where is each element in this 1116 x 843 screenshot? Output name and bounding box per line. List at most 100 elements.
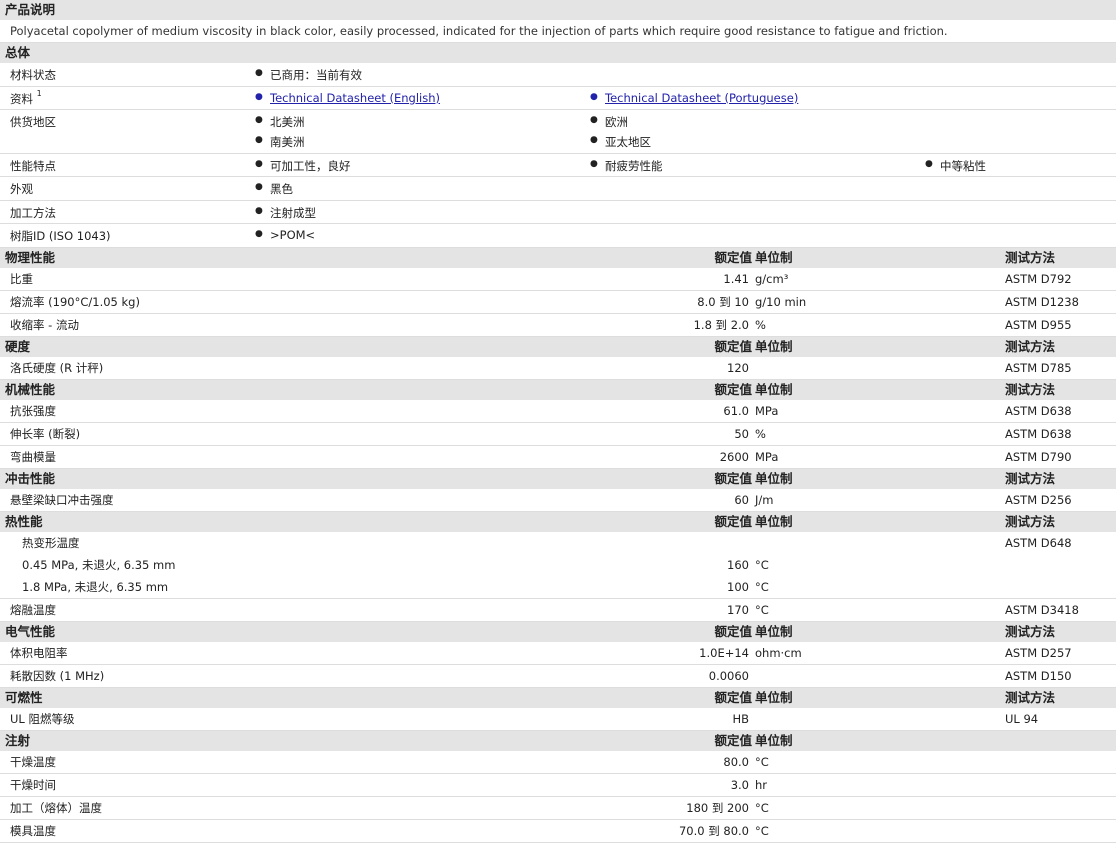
property-unit: ohm·cm: [755, 646, 802, 660]
property-label: UL 阻燃等级: [10, 712, 75, 726]
property-row: 比重 1.41 g/cm³ ASTM D792: [0, 268, 1116, 291]
property-label: 悬壁梁缺口冲击强度: [10, 493, 114, 507]
test-method: ASTM D1238: [1005, 295, 1079, 309]
general-row-status: 材料状态 已商用：当前有效: [0, 63, 1116, 87]
property-unit: MPa: [755, 450, 779, 464]
property-value: 80.0: [723, 755, 749, 769]
property-unit: g/cm³: [755, 272, 789, 286]
unit-column-header: 单位制: [755, 690, 793, 705]
general-row-regions: 供货地区 北美洲 欧洲 南美洲 亚太地区: [0, 110, 1116, 154]
property-unit: hr: [755, 778, 768, 792]
general-row-resin-id: 树脂ID (ISO 1043) >POM<: [0, 224, 1116, 248]
general-label: 树脂ID (ISO 1043): [10, 229, 111, 243]
test-column-header: 测试方法: [1005, 690, 1056, 705]
unit-column-header: 单位制: [755, 733, 793, 748]
property-unit: °C: [755, 558, 769, 572]
property-row: 模具温度 70.0 到 80.0 °C: [0, 820, 1116, 843]
section-header: 电气性能 额定值 单位制 测试方法: [0, 622, 1116, 642]
property-row: 洛氏硬度 (R 计秤) 120 ASTM D785: [0, 357, 1116, 380]
unit-column-header: 单位制: [755, 514, 793, 529]
property-label: 收缩率 - 流动: [10, 318, 79, 332]
section-header: 注射 额定值 单位制: [0, 731, 1116, 751]
region-item: 亚太地区: [590, 134, 651, 150]
general-label: 材料状态: [10, 68, 56, 82]
property-label: 1.8 MPa, 未退火, 6.35 mm: [22, 580, 169, 594]
property-value: 70.0 到 80.0: [678, 824, 749, 838]
test-method: ASTM D790: [1005, 450, 1072, 464]
region-item: 欧洲: [590, 114, 628, 130]
property-row: 熔流率 (190°C/1.05 kg) 8.0 到 10 g/10 min ASTM …: [0, 291, 1116, 314]
property-unit: %: [755, 427, 766, 441]
feature-item: 耐疲劳性能: [590, 158, 662, 174]
value-column-header: 额定值: [714, 339, 752, 354]
feature-item: 中等粘性: [925, 158, 986, 174]
property-row: 干燥温度 80.0 °C: [0, 751, 1116, 774]
footnote-marker: 1: [36, 89, 42, 98]
test-column-header: 测试方法: [1005, 250, 1056, 265]
section-title: 注射: [5, 733, 31, 748]
resin-id-value: >POM<: [255, 228, 315, 242]
property-row: UL 阻燃等级 HB UL 94: [0, 708, 1116, 731]
section-title: 可燃性: [5, 690, 43, 705]
property-label: 干燥时间: [10, 778, 56, 792]
section-title: 物理性能: [5, 250, 56, 265]
property-unit: J/m: [755, 493, 774, 507]
test-column-header: 测试方法: [1005, 514, 1056, 529]
property-row: 收缩率 - 流动 1.8 到 2.0% ASTM D955: [0, 314, 1116, 337]
product-desc-text: Polyacetal copolymer of medium viscosity…: [0, 20, 1116, 43]
property-row: 弯曲模量 2600 MPa ASTM D790: [0, 446, 1116, 469]
section-header: 机械性能 额定值 单位制 测试方法: [0, 380, 1116, 400]
property-value: 61.0: [723, 404, 749, 418]
general-label: 外观: [10, 182, 33, 196]
property-label: 抗张强度: [10, 404, 56, 418]
property-value: HB: [732, 712, 749, 726]
status-value: 已商用：当前有效: [255, 67, 362, 83]
test-column-header: 测试方法: [1005, 624, 1056, 639]
section-header: 硬度 额定值 单位制 测试方法: [0, 337, 1116, 357]
property-label: 干燥温度: [10, 755, 56, 769]
property-row: 悬壁梁缺口冲击强度 60 J/m ASTM D256: [0, 489, 1116, 512]
test-column-header: 测试方法: [1005, 339, 1056, 354]
property-value: 60: [734, 493, 749, 507]
test-method: UL 94: [1005, 712, 1039, 726]
datasheet-portuguese-link[interactable]: Technical Datasheet (Portuguese): [590, 91, 798, 105]
property-label: 体积电阻率: [10, 646, 68, 660]
datasheet-english-link[interactable]: Technical Datasheet (English): [255, 91, 440, 105]
general-row-datasheets: 资料 1 Technical Datasheet (English) Techn…: [0, 87, 1116, 110]
property-row: 1.8 MPa, 未退火, 6.35 mm 100 °C: [0, 576, 1116, 599]
property-label: 模具温度: [10, 824, 56, 838]
property-row: 加工（熔体）温度 180 到 200 °C: [0, 797, 1116, 820]
section-header: 可燃性 额定值 单位制 测试方法: [0, 688, 1116, 708]
value-column-header: 额定值: [714, 382, 752, 397]
processing-value: 注射成型: [255, 205, 316, 221]
appearance-value: 黑色: [255, 181, 293, 197]
test-column-header: 测试方法: [1005, 382, 1056, 397]
property-row: 热变形温度 ASTM D648: [0, 532, 1116, 554]
property-unit: MPa: [755, 404, 779, 418]
value-column-header: 额定值: [714, 250, 752, 265]
general-header: 总体: [0, 43, 1116, 63]
property-unit: °C: [755, 580, 769, 594]
general-label: 资料: [10, 92, 33, 106]
property-label: 伸长率 (断裂): [10, 427, 81, 441]
value-column-header: 额定值: [714, 624, 752, 639]
property-unit: °C: [755, 755, 769, 769]
test-method: ASTM D792: [1005, 272, 1072, 286]
property-row: 耗散因数 (1 MHz) 0.0060 ASTM D150: [0, 665, 1116, 688]
section-title: 电气性能: [5, 624, 56, 639]
general-label: 性能特点: [10, 159, 56, 173]
general-label: 供货地区: [10, 115, 56, 129]
property-unit: °C: [755, 801, 769, 815]
property-value: 180 到 200: [686, 801, 749, 815]
property-unit: °C: [755, 603, 769, 617]
value-column-header: 额定值: [714, 514, 752, 529]
test-method: ASTM D638: [1005, 404, 1072, 418]
section-header: 物理性能 额定值 单位制 测试方法: [0, 248, 1116, 268]
property-unit: %: [755, 318, 766, 332]
test-method: ASTM D785: [1005, 361, 1072, 375]
property-value: 1.0E+14: [699, 646, 749, 660]
property-value: 2600: [719, 450, 749, 464]
section-title: 硬度: [5, 339, 31, 354]
property-row: 抗张强度 61.0 MPa ASTM D638: [0, 400, 1116, 423]
value-column-header: 额定值: [714, 733, 752, 748]
